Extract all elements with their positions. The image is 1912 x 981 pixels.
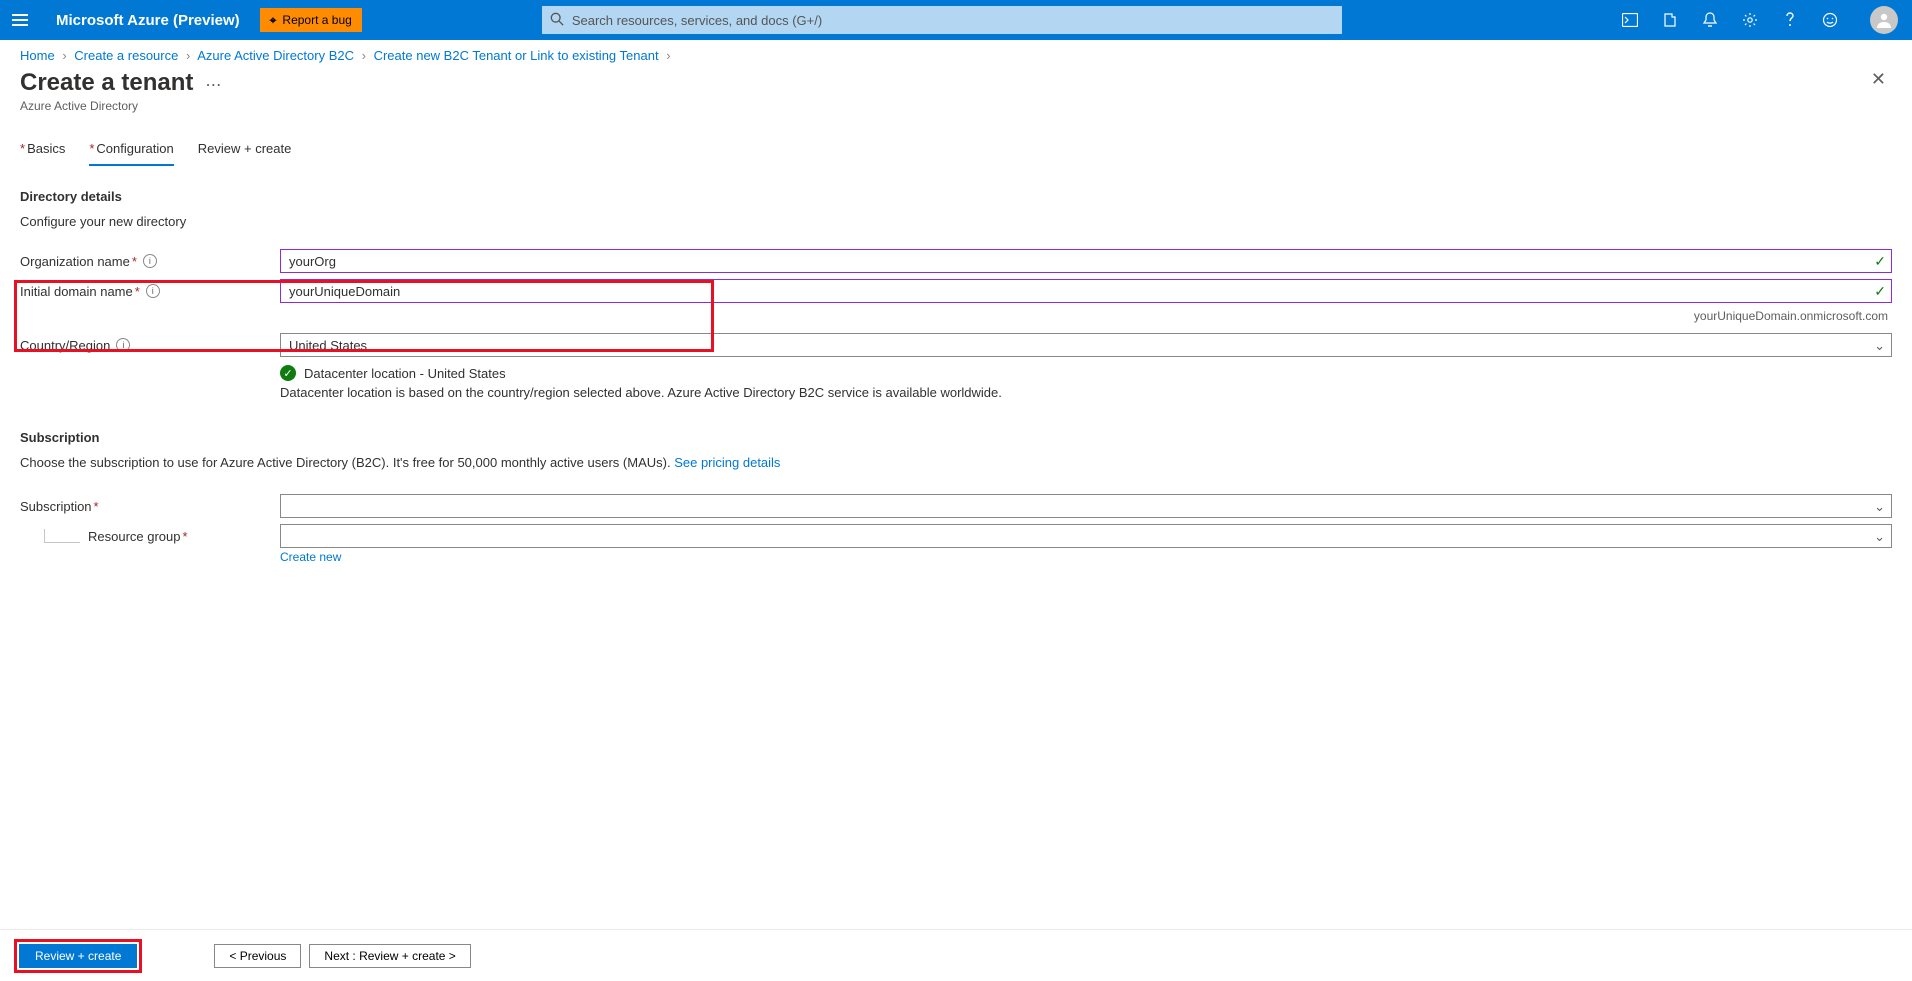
annotation-highlight-primary: Review + create [14,939,142,973]
org-name-input[interactable] [280,249,1892,273]
pricing-link[interactable]: See pricing details [674,455,780,470]
service-name: Azure Active Directory [0,97,1912,113]
datacenter-note: Datacenter location is based on the coun… [280,385,1892,400]
domain-name-input[interactable] [280,279,1892,303]
tab-config-label: Configuration [96,141,173,156]
label-domain-name: Initial domain name * i [20,284,280,299]
brand-label: Microsoft Azure (Preview) [56,12,240,29]
page-title: Create a tenant [20,69,193,97]
settings-icon[interactable] [1730,0,1770,40]
chevron-right-icon: › [62,48,66,63]
form-content: Directory details Configure your new dir… [0,167,1912,564]
label-org-name: Organization name * i [20,254,280,269]
user-avatar[interactable] [1870,6,1898,34]
search-input[interactable] [542,6,1342,34]
resource-group-select[interactable]: ⌄ [280,524,1892,548]
row-country: Country/Region i United States ⌄ [20,333,1892,357]
wizard-footer: Review + create < Previous Next : Review… [0,929,1912,981]
label-subscription: Subscription * [20,499,280,514]
country-value: United States [289,338,367,353]
row-org-name: Organization name * i ✓ [20,249,1892,273]
tab-configuration[interactable]: *Configuration [89,141,173,166]
chevron-right-icon: › [362,48,366,63]
tab-review-create[interactable]: Review + create [198,141,292,166]
next-button[interactable]: Next : Review + create > [309,944,470,968]
tab-review-label: Review + create [198,141,292,156]
breadcrumb: Home › Create a resource › Azure Active … [0,40,1912,63]
more-menu[interactable]: ⋯ [205,75,222,95]
required-asterisk: * [135,284,140,299]
bug-icon: ⌖ [270,13,277,28]
required-asterisk: * [20,141,25,156]
report-bug-label: Report a bug [282,13,351,27]
check-icon: ✓ [1874,253,1886,270]
row-resource-group: Resource group * ⌄ [20,524,1892,548]
top-bar: Microsoft Azure (Preview) ⌖ Report a bug [0,0,1912,40]
search-icon [550,12,564,29]
create-new-rg-link[interactable]: Create new [280,550,1892,564]
page-head: Create a tenant ⋯ ✕ [0,63,1912,97]
crumb-create-tenant[interactable]: Create new B2C Tenant or Link to existin… [374,48,659,63]
info-icon[interactable]: i [146,284,160,298]
tab-basics[interactable]: *Basics [20,141,65,166]
review-create-button[interactable]: Review + create [19,944,137,968]
feedback-icon[interactable] [1810,0,1850,40]
chevron-down-icon: ⌄ [1874,529,1885,545]
crumb-home[interactable]: Home [20,48,55,63]
chevron-right-icon: › [666,48,670,63]
required-asterisk: * [183,529,188,544]
subscription-select[interactable]: ⌄ [280,494,1892,518]
section-subscription: Subscription [20,430,1892,445]
country-select[interactable]: United States ⌄ [280,333,1892,357]
hamburger-icon [12,14,28,26]
section-directory-details: Directory details [20,189,1892,204]
check-icon: ✓ [1874,283,1886,300]
row-domain-name: Initial domain name * i ✓ [20,279,1892,303]
menu-toggle[interactable] [0,0,40,40]
cloud-shell-icon[interactable] [1610,0,1650,40]
previous-button[interactable]: < Previous [214,944,301,968]
country-text: Country/Region [20,338,110,353]
chevron-down-icon: ⌄ [1874,338,1885,354]
chevron-down-icon: ⌄ [1874,499,1885,515]
subscription-desc-text: Choose the subscription to use for Azure… [20,455,674,470]
required-asterisk: * [89,141,94,156]
domain-suffix: yourUniqueDomain.onmicrosoft.com [20,309,1892,323]
notifications-icon[interactable] [1690,0,1730,40]
indent-line [44,529,80,543]
check-circle-icon: ✓ [280,365,296,381]
crumb-aad-b2c[interactable]: Azure Active Directory B2C [197,48,354,63]
org-name-text: Organization name [20,254,130,269]
crumb-create-resource[interactable]: Create a resource [74,48,178,63]
rg-text: Resource group [88,529,181,544]
domain-name-text: Initial domain name [20,284,133,299]
chevron-right-icon: › [186,48,190,63]
datacenter-status: ✓ Datacenter location - United States [280,365,1892,381]
help-icon[interactable] [1770,0,1810,40]
tab-basics-label: Basics [27,141,65,156]
wizard-tabs: *Basics *Configuration Review + create [0,113,1912,167]
required-asterisk: * [132,254,137,269]
report-bug-button[interactable]: ⌖ Report a bug [260,8,362,32]
directory-helper: Configure your new directory [20,214,1892,229]
directories-icon[interactable] [1650,0,1690,40]
row-subscription: Subscription * ⌄ [20,494,1892,518]
subscription-text: Subscription [20,499,92,514]
top-icons [1610,0,1912,40]
label-country: Country/Region i [20,338,280,353]
info-icon[interactable]: i [143,254,157,268]
subscription-desc: Choose the subscription to use for Azure… [20,455,1892,470]
datacenter-text: Datacenter location - United States [304,366,506,381]
required-asterisk: * [94,499,99,514]
close-icon[interactable]: ✕ [1871,69,1886,90]
global-search [542,6,1342,34]
label-resource-group: Resource group * [88,529,280,544]
info-icon[interactable]: i [116,338,130,352]
